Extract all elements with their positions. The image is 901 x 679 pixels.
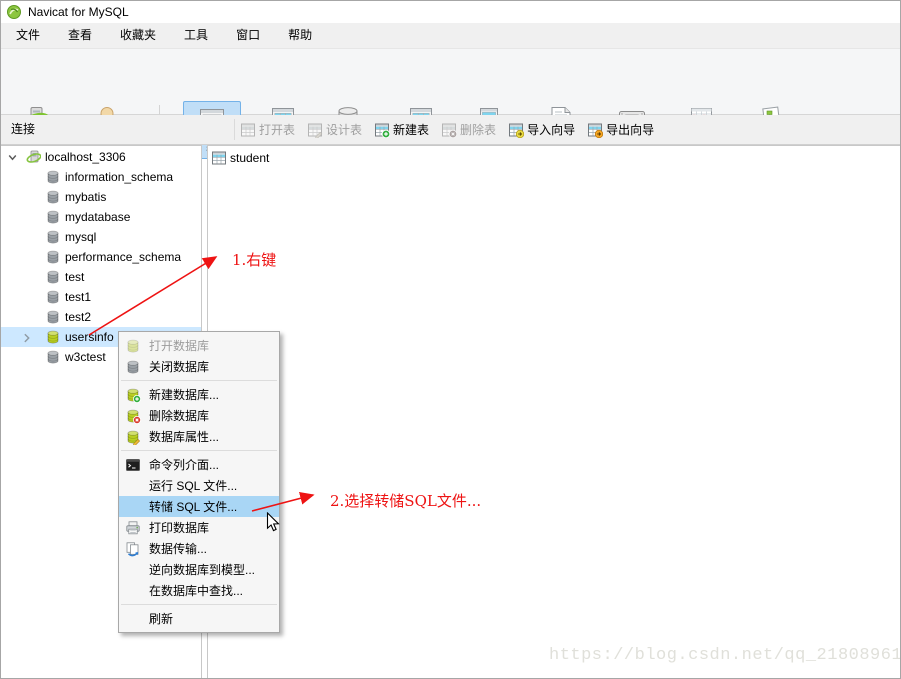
delete-table-icon <box>441 122 458 138</box>
database-properties-icon <box>125 429 141 445</box>
menu-file[interactable]: 文件 <box>3 23 53 48</box>
menu-favorites[interactable]: 收藏夹 <box>107 23 169 48</box>
table-icon <box>211 150 227 166</box>
menu-item-close-database[interactable]: 关闭数据库 <box>119 356 279 377</box>
tree-item-test2[interactable]: test2 <box>1 307 201 327</box>
terminal-icon <box>125 457 141 473</box>
menu-view[interactable]: 查看 <box>55 23 105 48</box>
tree-item-performance-schema[interactable]: performance_schema <box>1 247 201 267</box>
menu-separator <box>121 450 277 451</box>
title-bar: Navicat for MySQL <box>1 1 900 23</box>
database-icon <box>45 209 61 225</box>
annotation-step1: 1.右键 <box>232 251 277 269</box>
database-open-icon <box>45 329 61 345</box>
database-icon <box>45 229 61 245</box>
database-icon <box>45 309 61 325</box>
table-actions: 打开表 设计表 新建表 删除表 导入向导 导出向导 <box>240 115 654 144</box>
export-wizard-icon <box>587 122 604 138</box>
new-table-button[interactable]: 新建表 <box>374 121 429 138</box>
database-icon <box>45 269 61 285</box>
database-icon <box>45 349 61 365</box>
table-list-panel: student <box>207 145 900 678</box>
main-toolbar: 连接 用户 表 视图 函数 事件 查询 报表 <box>1 49 900 159</box>
import-wizard-icon <box>508 122 525 138</box>
delete-database-icon <box>125 408 141 424</box>
printer-icon <box>125 520 141 536</box>
table-item-student[interactable]: student <box>211 148 269 168</box>
open-table-icon <box>240 122 256 138</box>
sidebar-pane-title: 连接 <box>11 122 36 136</box>
database-icon <box>45 169 61 185</box>
menu-item-delete-database[interactable]: 删除数据库 <box>119 405 279 426</box>
open-table-button[interactable]: 打开表 <box>240 121 295 138</box>
new-table-icon <box>374 122 391 138</box>
menu-item-print-database[interactable]: 打印数据库 <box>119 517 279 538</box>
menu-item-data-transfer[interactable]: 数据传输... <box>119 538 279 559</box>
database-icon <box>45 249 61 265</box>
menu-item-refresh[interactable]: 刷新 <box>119 608 279 629</box>
navicat-logo-icon <box>7 5 21 19</box>
delete-table-button[interactable]: 删除表 <box>441 121 496 138</box>
menu-item-open-database[interactable]: 打开数据库 <box>119 335 279 356</box>
data-transfer-icon <box>125 541 141 557</box>
chevron-collapsed-icon[interactable] <box>21 332 32 343</box>
tree-item-test[interactable]: test <box>1 267 201 287</box>
design-table-icon <box>307 122 323 138</box>
menu-bar: 文件 查看 收藏夹 工具 窗口 帮助 <box>1 23 900 49</box>
menu-item-find-in-database[interactable]: 在数据库中查找... <box>119 580 279 601</box>
menu-item-database-properties[interactable]: 数据库属性... <box>119 426 279 447</box>
menu-tools[interactable]: 工具 <box>171 23 221 48</box>
menu-item-command-line-interface[interactable]: 命令列介面... <box>119 454 279 475</box>
context-menu: 打开数据库 关闭数据库 新建数据库... 删除数据库 数据库属性... 命令列介… <box>118 331 280 633</box>
menu-item-reverse-database-to-model[interactable]: 逆向数据库到模型... <box>119 559 279 580</box>
pane-header-divider <box>234 119 235 140</box>
pane-header-strip: 连接 打开表 设计表 新建表 删除表 导入向导 导出向导 <box>1 115 900 145</box>
menu-window[interactable]: 窗口 <box>223 23 273 48</box>
tree-item-mybatis[interactable]: mybatis <box>1 187 201 207</box>
navicat-window: Navicat for MySQL 文件 查看 收藏夹 工具 窗口 帮助 连接 … <box>0 0 901 679</box>
import-wizard-button[interactable]: 导入向导 <box>508 121 575 138</box>
chevron-expanded-icon[interactable] <box>7 152 18 163</box>
tree-item-mysql[interactable]: mysql <box>1 227 201 247</box>
design-table-button[interactable]: 设计表 <box>307 121 362 138</box>
watermark: https://blog.csdn.net/qq_21808961 <box>549 646 901 665</box>
menu-item-dump-sql-file[interactable]: 转储 SQL 文件... <box>119 496 279 517</box>
new-database-icon <box>125 387 141 403</box>
tree-item-information-schema[interactable]: information_schema <box>1 167 201 187</box>
database-icon <box>45 189 61 205</box>
database-icon <box>125 359 141 375</box>
database-open-icon <box>125 338 141 354</box>
menu-help[interactable]: 帮助 <box>275 23 325 48</box>
database-icon <box>45 289 61 305</box>
export-wizard-button[interactable]: 导出向导 <box>587 121 654 138</box>
menu-item-new-database[interactable]: 新建数据库... <box>119 384 279 405</box>
window-title: Navicat for MySQL <box>28 5 129 19</box>
menu-separator <box>121 380 277 381</box>
tree-item-test1[interactable]: test1 <box>1 287 201 307</box>
tree-item-localhost-3306[interactable]: localhost_3306 <box>1 147 201 167</box>
tree-item-mydatabase[interactable]: mydatabase <box>1 207 201 227</box>
annotation-step2: 2.选择转储SQL文件... <box>330 492 482 510</box>
menu-separator <box>121 604 277 605</box>
server-icon <box>25 149 41 165</box>
menu-item-execute-sql-file[interactable]: 运行 SQL 文件... <box>119 475 279 496</box>
